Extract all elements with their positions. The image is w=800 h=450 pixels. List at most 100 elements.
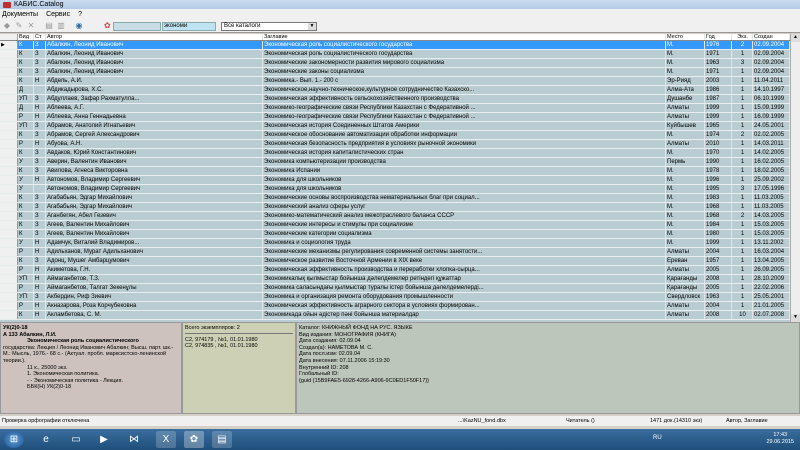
row-indicator[interactable]: ▶ xyxy=(0,41,18,49)
media-player-icon[interactable]: ▶ xyxy=(94,431,114,448)
row-indicator[interactable] xyxy=(0,311,18,319)
table-row[interactable]: К З Абрамов, Сергей Александрович Экономиче… xyxy=(0,131,790,140)
row-indicator[interactable] xyxy=(0,284,18,292)
row-indicator[interactable] xyxy=(0,203,18,211)
row-indicator[interactable] xyxy=(0,140,18,148)
row-indicator[interactable] xyxy=(0,158,18,166)
row-indicator[interactable] xyxy=(0,257,18,265)
barcode-icon[interactable]: ▥ xyxy=(56,21,66,31)
header-place[interactable]: Место xyxy=(666,34,705,40)
row-indicator[interactable] xyxy=(0,50,18,58)
table-row[interactable]: К Н Абдель, А.И. Экономика.- Вып. 1.- 200 с… xyxy=(0,77,790,86)
scroll-down-icon[interactable]: ▼ xyxy=(791,314,800,322)
row-indicator[interactable] xyxy=(0,68,18,76)
chevron-down-icon[interactable]: ▼ xyxy=(308,23,316,30)
table-row[interactable]: К З Адонц, Мушег Амбарцумович Экономическое… xyxy=(0,257,790,266)
delete-icon[interactable]: ✕ xyxy=(26,21,36,31)
table-row[interactable]: К З Агеев, Валентин Михайлович Экономически… xyxy=(0,230,790,239)
row-indicator[interactable] xyxy=(0,176,18,184)
back-icon[interactable]: ◆ xyxy=(2,21,12,31)
row-indicator[interactable] xyxy=(0,230,18,238)
table-row[interactable]: К З Агеев, Валентин Михайлович Экономически… xyxy=(0,221,790,230)
row-indicator[interactable] xyxy=(0,194,18,202)
menu-help[interactable]: ? xyxy=(78,11,82,18)
table-row[interactable]: УП Н Аймаганбетов, Т.З. Экономикалық қылмыс… xyxy=(0,275,790,284)
table-row[interactable]: К З Агабабьян, Эдгар Михайлович Экономическ… xyxy=(0,203,790,212)
table-row[interactable]: К З Авилова, Агнеса Викторовна Экономика Ис… xyxy=(0,167,790,176)
header-year[interactable]: Год xyxy=(705,34,732,40)
row-indicator[interactable] xyxy=(0,167,18,175)
start-icon[interactable]: ⊞ xyxy=(4,431,24,448)
globe-search-icon[interactable]: ◉ xyxy=(74,21,84,31)
table-row[interactable]: К З Авдаков, Юрий Константинович Экономичес… xyxy=(0,149,790,158)
table-row[interactable]: К З Абалкин, Леонид Иванович Экономические … xyxy=(0,68,790,77)
table-row[interactable]: К З Абалкин, Леонид Иванович Экономические … xyxy=(0,59,790,68)
row-indicator[interactable] xyxy=(0,149,18,157)
ie-icon[interactable]: e xyxy=(36,431,56,448)
header-copies[interactable]: Экз. xyxy=(732,34,753,40)
table-row[interactable]: У Автономов, Владимир Сергеевич Экономика … xyxy=(0,185,790,194)
row-indicator[interactable] xyxy=(0,248,18,256)
table-row[interactable]: У З Аверин, Валентин Иванович Экономика ком… xyxy=(0,158,790,167)
table-row[interactable]: К З Абалкин, Леонид Иванович Экономическая … xyxy=(0,50,790,59)
table-row[interactable]: Д Абдикадырова, Х.С. Экономическое,научно-… xyxy=(0,86,790,95)
row-indicator[interactable] xyxy=(0,293,18,301)
table-row[interactable]: Р Н Акназарова, Роза Корчубековна Экономиче… xyxy=(0,302,790,311)
visual-studio-icon[interactable]: ⋈ xyxy=(124,431,144,448)
table-row[interactable]: У Н Адамчук, Виталий Владимиров... Экономик… xyxy=(0,239,790,248)
excel-icon[interactable]: X xyxy=(156,431,176,448)
row-indicator[interactable] xyxy=(0,77,18,85)
row-indicator[interactable] xyxy=(0,95,18,103)
table-row[interactable]: УП З Абрамов, Анатолий Игнатьевич Экономиче… xyxy=(0,122,790,131)
document-icon[interactable]: ▤ xyxy=(212,431,232,448)
language-indicator[interactable]: RU xyxy=(653,435,662,441)
edit-icon[interactable]: ✎ xyxy=(14,21,24,31)
table-row[interactable]: Р Н Аблеева, Анна Геннадьевна Экономико-гео… xyxy=(0,113,790,122)
header-created[interactable]: Создан xyxy=(753,34,790,40)
header-title[interactable]: Заглавие xyxy=(263,34,666,40)
filter-icon[interactable]: ✿ xyxy=(104,21,111,30)
row-indicator[interactable] xyxy=(0,221,18,229)
table-row[interactable]: Р Н Адильханов, Мурат Адильханович Экономич… xyxy=(0,248,790,257)
copy-item[interactable]: С2, 974835 , №1, 01.01.1980 xyxy=(185,343,293,350)
row-indicator[interactable] xyxy=(0,302,18,310)
table-row[interactable]: Р Н Абуова, А.Н. Экономическая безопасность… xyxy=(0,140,790,149)
copy-item[interactable]: С2, 974179 , №1, 01.01.1980 xyxy=(185,337,293,344)
scroll-up-icon[interactable]: ▲ xyxy=(791,34,800,42)
print-icon[interactable]: ▤ xyxy=(44,21,54,31)
table-row[interactable]: У Н Автономов, Владимир Сергеевич Экономика… xyxy=(0,176,790,185)
header-type[interactable]: Вид xyxy=(18,34,34,40)
table-row[interactable]: Р Н Аймаганбетов, Талгат Зекенұлы Экономика… xyxy=(0,284,790,293)
menu-documents[interactable]: Документы xyxy=(2,11,38,18)
row-indicator[interactable] xyxy=(0,275,18,283)
kabis-icon[interactable]: ✿ xyxy=(184,431,204,448)
search-title-input[interactable]: экономи xyxy=(162,22,216,31)
vertical-scrollbar[interactable]: ▲ ▼ xyxy=(790,34,800,322)
table-row[interactable]: Д Н Аблеева, А.Г. Экономико-географические … xyxy=(0,104,790,113)
row-indicator[interactable] xyxy=(0,104,18,112)
row-indicator[interactable] xyxy=(0,113,18,121)
header-author[interactable]: Автор xyxy=(46,34,263,40)
row-indicator[interactable] xyxy=(0,185,18,193)
table-row[interactable]: К З Агабабьян, Эдгар Михайлович Экономическ… xyxy=(0,194,790,203)
row-indicator[interactable] xyxy=(0,131,18,139)
table-row[interactable]: Р Н Акиметова, Г.Н. Экономическая эффективн… xyxy=(0,266,790,275)
row-indicator[interactable] xyxy=(0,239,18,247)
menu-service[interactable]: Сервис xyxy=(46,11,70,18)
search-author-input[interactable] xyxy=(113,22,161,31)
header-status[interactable]: Ст xyxy=(34,34,46,40)
table-row[interactable]: ▶ К З Абалкин, Леонид Иванович Экономическая… xyxy=(0,41,790,50)
table-row[interactable]: УП З Акбердин, Риф Зиевич Экономика и орган… xyxy=(0,293,790,302)
row-indicator[interactable] xyxy=(0,122,18,130)
row-indicator[interactable] xyxy=(0,86,18,94)
table-row[interactable]: К Н Акламбетова, С. М. Экономикада ойын әді… xyxy=(0,311,790,320)
header-corner[interactable] xyxy=(0,34,18,40)
catalog-select[interactable]: Все каталоги ▼ xyxy=(221,22,317,31)
row-indicator[interactable] xyxy=(0,212,18,220)
row-indicator[interactable] xyxy=(0,266,18,274)
clock[interactable]: 17:43 29.06.2015 xyxy=(766,432,794,446)
row-indicator[interactable] xyxy=(0,59,18,67)
explorer-icon[interactable]: ▭ xyxy=(66,431,86,448)
table-row[interactable]: К З Аганбегян, Абел Гезевич Экономико-матем… xyxy=(0,212,790,221)
table-row[interactable]: УП З Абдуллаев, Зафар Рахматулла... Экономи… xyxy=(0,95,790,104)
